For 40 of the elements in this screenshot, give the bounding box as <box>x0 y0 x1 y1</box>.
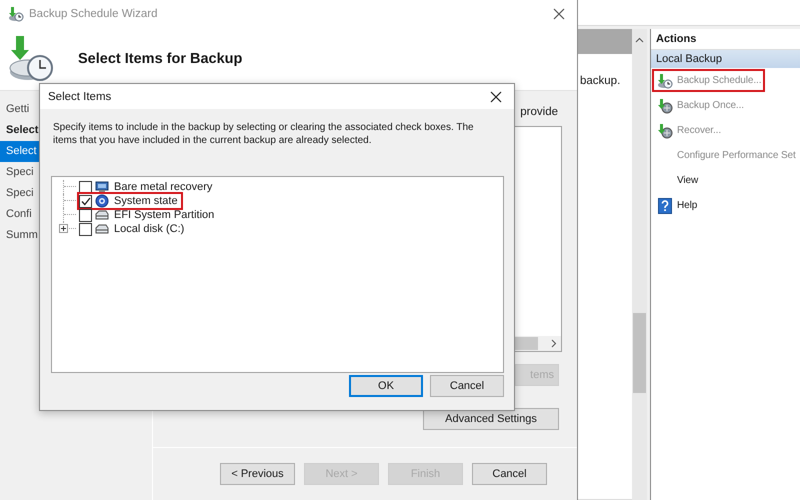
dialog-button[interactable]: Cancel <box>430 374 504 396</box>
action-button[interactable]: Advanced Settings <box>423 408 559 430</box>
scrollbar[interactable] <box>632 29 647 500</box>
backup-icon <box>8 6 24 22</box>
backup-icon <box>657 98 673 114</box>
dialog-button[interactable]: OK <box>349 374 423 396</box>
action-item[interactable]: Help <box>652 194 702 217</box>
instruction-text: provide <box>520 106 558 118</box>
scroll-thumb[interactable] <box>633 313 646 393</box>
nav-button[interactable]: Cancel <box>472 463 547 485</box>
description-text: Specify items to include in the backup by selecting or clearing the associated check boxes. The items that you have included in the current backup are already selected. <box>53 121 475 147</box>
tree-item[interactable]: System state <box>112 195 178 207</box>
tree-item[interactable]: Local disk (C:) <box>112 223 184 235</box>
checkbox[interactable] <box>79 180 92 194</box>
nav-button[interactable]: < Previous <box>220 463 295 485</box>
section-header: Local Backup <box>651 50 800 68</box>
computer-icon <box>95 181 109 193</box>
window-title: Backup Schedule Wizard <box>29 8 158 20</box>
backup-icon <box>8 34 54 84</box>
check-icon <box>80 196 90 206</box>
scroll-right-icon <box>551 339 557 348</box>
description-text: backup. <box>580 75 620 87</box>
dialog-title: Select Items <box>48 90 112 102</box>
checkbox[interactable] <box>79 222 92 236</box>
drive-icon <box>95 209 109 221</box>
tree-item[interactable]: EFI System Partition <box>112 209 214 221</box>
tree-item[interactable]: Bare metal recovery <box>112 181 212 193</box>
scroll-up-icon <box>635 37 644 43</box>
gear-icon <box>95 194 109 208</box>
header-bar <box>578 29 632 54</box>
action-item[interactable]: View <box>652 169 702 192</box>
checkbox[interactable] <box>79 194 92 208</box>
page-heading: Select Items for Backup <box>78 51 242 67</box>
close-icon <box>553 8 565 20</box>
close-icon <box>490 90 502 102</box>
help-icon <box>658 198 672 214</box>
checkbox[interactable] <box>79 208 92 222</box>
drive-icon <box>95 223 109 235</box>
backup-icon <box>657 72 673 88</box>
backup-icon <box>657 122 673 138</box>
